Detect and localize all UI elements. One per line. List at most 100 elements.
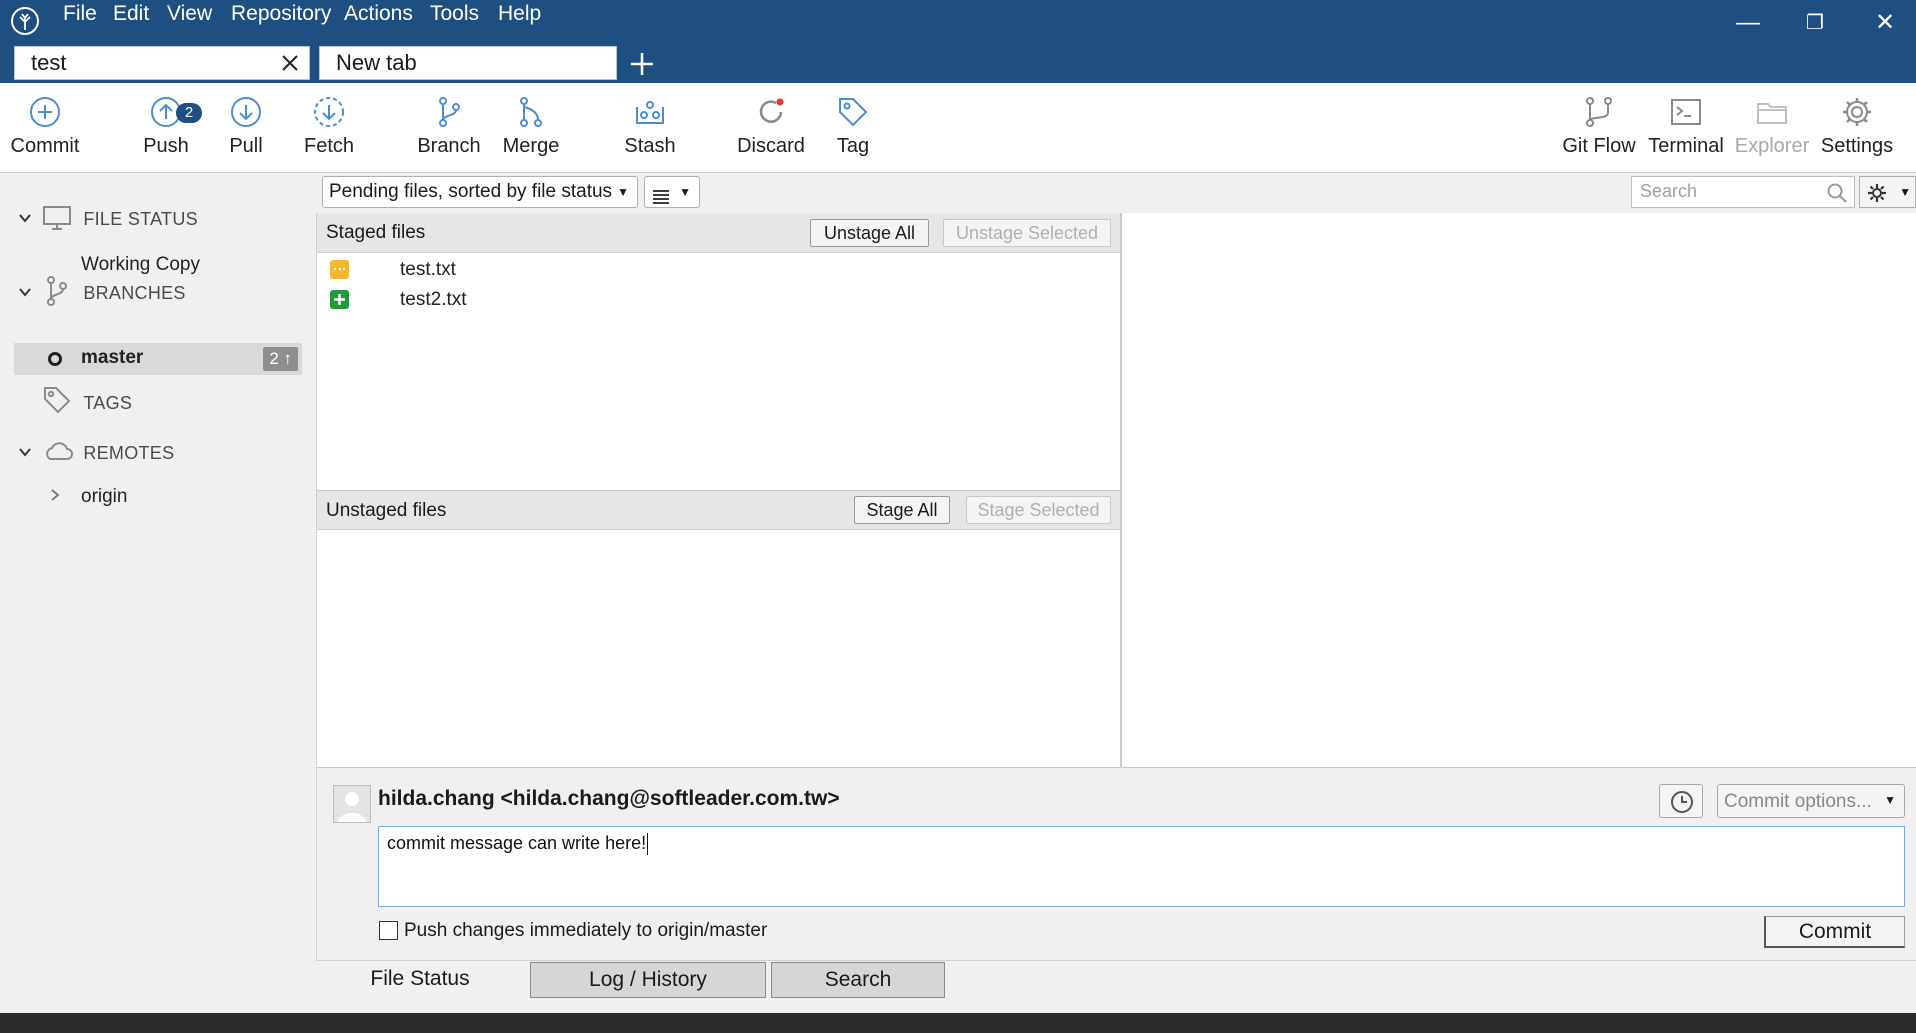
sidebar-item-master[interactable]: master 2 ↑ xyxy=(14,343,302,375)
caret-down-icon: ▼ xyxy=(1899,185,1911,199)
menu-tools[interactable]: Tools xyxy=(430,2,479,26)
push-count-badge: 2 xyxy=(176,103,202,123)
tab-file-status[interactable]: File Status xyxy=(318,962,522,998)
branches-section[interactable]: BRANCHES xyxy=(18,276,186,306)
terminal-icon xyxy=(1671,99,1701,125)
title-bar: File Edit View Repository Actions Tools … xyxy=(0,0,1916,83)
push-immediately-label: Push changes immediately to origin/maste… xyxy=(404,920,768,941)
toolbar-label: Explorer xyxy=(1734,135,1810,157)
tab-log-history[interactable]: Log / History xyxy=(530,962,766,998)
chevron-right-icon[interactable] xyxy=(48,488,62,502)
toolbar-label: Git Flow xyxy=(1562,135,1636,157)
toolbar-label: Tag xyxy=(836,135,870,157)
menu-view[interactable]: View xyxy=(167,2,212,26)
filter-settings-button[interactable]: ▼ xyxy=(1859,176,1916,208)
stage-all-button[interactable]: Stage All xyxy=(854,496,950,524)
branch-name: master xyxy=(81,347,144,368)
remotes-section[interactable]: REMOTES xyxy=(18,442,174,464)
tags-section[interactable]: TAGS xyxy=(18,387,133,414)
sidebar-item-working-copy[interactable]: Working Copy xyxy=(81,254,200,276)
merge-icon xyxy=(520,97,542,127)
commit-button[interactable]: Commit xyxy=(1764,916,1905,948)
toolbar-label: Merge xyxy=(502,135,560,157)
modified-icon xyxy=(330,260,349,279)
staged-panel xyxy=(316,213,1120,490)
file-name: test.txt xyxy=(400,259,456,280)
search-input[interactable]: Search xyxy=(1631,176,1855,208)
tab-new[interactable]: New tab xyxy=(319,46,617,80)
git-flow-icon xyxy=(1586,97,1612,127)
push-immediately-checkbox[interactable] xyxy=(379,921,398,940)
commit-options-dropdown[interactable]: Commit options... ▼ xyxy=(1717,784,1905,818)
section-title: TAGS xyxy=(83,393,133,413)
tab-test[interactable]: test xyxy=(14,46,310,80)
discard-toolbar-button[interactable]: Discard xyxy=(726,95,816,158)
discard-icon xyxy=(759,98,784,123)
caret-down-icon: ▼ xyxy=(617,185,629,199)
explorer-toolbar-button[interactable]: Explorer xyxy=(1727,95,1817,158)
search-icon xyxy=(1826,182,1848,209)
toolbar: Commit 2 Push Pull Fetch Branch Merge St… xyxy=(0,83,1916,173)
section-title: BRANCHES xyxy=(83,283,186,303)
commit-message-input[interactable]: commit message can write here! xyxy=(378,826,1905,907)
menu-file[interactable]: File xyxy=(63,2,97,26)
diff-panel xyxy=(1120,213,1916,767)
tag-icon xyxy=(42,385,72,415)
file-name: test2.txt xyxy=(400,289,467,310)
settings-toolbar-button[interactable]: Settings xyxy=(1812,95,1902,158)
sort-dropdown-value: Pending files, sorted by file status xyxy=(329,181,613,202)
tab-label: test xyxy=(31,50,67,75)
view-mode-dropdown[interactable]: ▼ xyxy=(644,176,700,208)
history-button[interactable] xyxy=(1659,784,1703,818)
git-flow-toolbar-button[interactable]: Git Flow xyxy=(1554,95,1644,158)
push-toolbar-button[interactable]: 2 Push xyxy=(121,95,211,158)
caret-down-icon: ▼ xyxy=(679,185,691,199)
stash-icon xyxy=(636,101,664,124)
sort-dropdown[interactable]: Pending files, sorted by file status ▼ xyxy=(322,176,638,208)
sidebar-item-origin[interactable]: origin xyxy=(81,486,127,508)
commit-options-label: Commit options... xyxy=(1724,791,1872,812)
branch-icon xyxy=(439,97,460,127)
ahead-count-badge: 2 ↑ xyxy=(263,347,298,371)
commit-icon xyxy=(30,97,60,127)
menu-edit[interactable]: Edit xyxy=(113,2,149,26)
commit-toolbar-button[interactable]: Commit xyxy=(0,95,90,158)
tag-toolbar-button[interactable]: Tag xyxy=(808,95,898,158)
menu-repository[interactable]: Repository xyxy=(231,2,331,26)
tab-search[interactable]: Search xyxy=(771,962,945,998)
close-tab-icon[interactable] xyxy=(279,51,301,73)
toolbar-label: Pull xyxy=(229,135,263,157)
fetch-toolbar-button[interactable]: Fetch xyxy=(284,95,374,158)
current-branch-icon xyxy=(48,352,62,366)
staged-file-row[interactable]: test2.txt xyxy=(328,288,1108,314)
merge-toolbar-button[interactable]: Merge xyxy=(486,95,576,158)
list-icon xyxy=(651,185,671,215)
restore-button[interactable]: ❐ xyxy=(1790,6,1840,40)
file-status-section[interactable]: FILE STATUS xyxy=(18,206,198,230)
explorer-icon xyxy=(1757,103,1787,124)
menu-help[interactable]: Help xyxy=(498,2,541,26)
chevron-down-icon xyxy=(18,283,34,304)
close-window-button[interactable]: ✕ xyxy=(1860,6,1910,40)
stage-selected-button[interactable]: Stage Selected xyxy=(966,496,1111,524)
unstage-all-button[interactable]: Unstage All xyxy=(810,219,929,247)
gear-icon xyxy=(1866,182,1888,209)
staged-file-row[interactable]: test.txt xyxy=(328,258,1108,284)
terminal-toolbar-button[interactable]: Terminal xyxy=(1641,95,1731,158)
clock-icon xyxy=(1669,789,1695,820)
stash-toolbar-button[interactable]: Stash xyxy=(605,95,695,158)
unstage-selected-button[interactable]: Unstage Selected xyxy=(943,219,1111,247)
minimize-button[interactable]: — xyxy=(1723,6,1773,40)
text-cursor xyxy=(647,833,648,855)
menu-actions[interactable]: Actions xyxy=(344,2,413,26)
toolbar-label: Settings xyxy=(1820,135,1894,157)
commit-author: hilda.chang <hilda.chang@softleader.com.… xyxy=(378,787,840,810)
add-tab-icon[interactable] xyxy=(628,50,656,78)
unstaged-title: Unstaged files xyxy=(326,500,447,521)
chevron-down-icon xyxy=(18,209,34,230)
pull-icon xyxy=(231,97,261,127)
pull-toolbar-button[interactable]: Pull xyxy=(201,95,291,158)
chevron-down-icon xyxy=(18,443,34,464)
branch-toolbar-button[interactable]: Branch xyxy=(404,95,494,158)
settings-icon xyxy=(1843,98,1871,126)
